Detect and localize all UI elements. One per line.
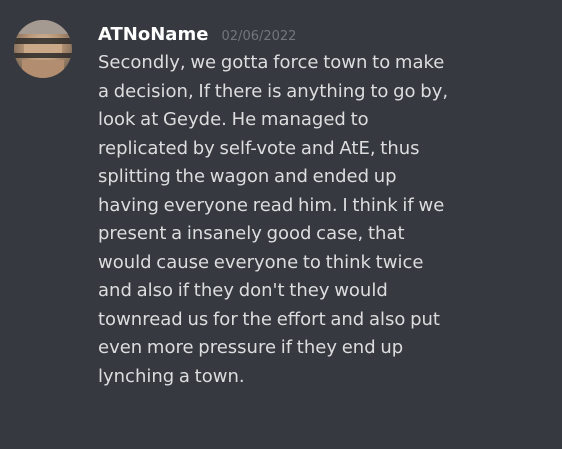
message-line: splitting the wagon and ended up: [98, 166, 397, 187]
avatar-chin: [22, 60, 64, 78]
username[interactable]: ATNoName: [98, 24, 208, 45]
message-line: Secondly, we gotta force town to make: [98, 52, 445, 73]
message-content: Secondly, we gotta force town to make a …: [98, 49, 538, 391]
message-line: even more pressure if they end up: [98, 337, 404, 358]
avatar-glitch-band: [14, 53, 72, 58]
message-line: townread us for the effort and also put: [98, 308, 440, 330]
avatar-face: [24, 44, 62, 53]
chat-message: ATNoName 02/06/2022 Secondly, we gotta f…: [0, 0, 562, 449]
message-line: lynching a town.: [98, 365, 245, 387]
user-avatar-icon[interactable]: [14, 20, 72, 78]
message-line: replicated by self-vote and AtE, thus: [98, 137, 420, 159]
avatar-hair: [14, 20, 72, 34]
message-timestamp: 02/06/2022: [221, 29, 297, 44]
message-line: a decision, If there is anything to go b…: [98, 80, 449, 102]
message-line: would cause everyone to think twice: [98, 251, 424, 273]
message-line: present a insanely good case, that: [98, 223, 405, 244]
message-line: look at Geyde. He managed to: [98, 109, 369, 130]
message-header: ATNoName 02/06/2022: [98, 22, 562, 48]
message-line: and also if they don't they would: [98, 280, 388, 301]
avatar-glitch-band: [14, 38, 72, 44]
message-line: having everyone read him. I think if we: [98, 194, 445, 216]
